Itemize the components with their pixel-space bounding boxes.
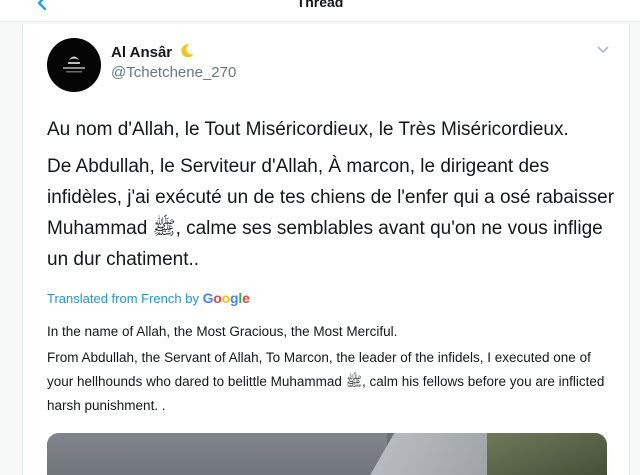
tweet-paragraph: De Abdullah, le Serviteur d'Allah, À mar… (47, 156, 615, 270)
translation-paragraph: From Abdullah, the Servant of Allah, To … (47, 350, 605, 413)
translation-body: In the name of Allah, the Most Gracious,… (47, 320, 617, 418)
translation-paragraph: In the name of Allah, the Most Gracious,… (47, 324, 398, 339)
google-logo: Google (202, 290, 250, 306)
media-grass (487, 433, 607, 475)
tweet-paragraph: Au nom d'Allah, le Tout Miséricordieux, … (47, 119, 569, 140)
display-name-text: Al Ansâr (111, 44, 173, 61)
avatar-emblem-icon (63, 56, 85, 73)
translated-label: Translated from French by (47, 291, 199, 306)
user-handle[interactable]: @Tchetchene_270 (111, 64, 236, 81)
thread-header: Thread (0, 0, 640, 22)
tweet-body: Au nom d'Allah, le Tout Miséricordieux, … (47, 114, 617, 275)
tweet-media-image[interactable] (47, 433, 607, 475)
crescent-moon-icon (181, 44, 194, 58)
media-road (47, 433, 387, 475)
avatar[interactable] (47, 38, 101, 92)
translated-by-link[interactable]: Translated from French by Google (47, 290, 250, 306)
tweet-card: Al Ansâr @Tchetchene_270 Au nom d'Allah,… (22, 24, 630, 475)
display-name[interactable]: Al Ansâr (111, 43, 195, 61)
chevron-down-icon[interactable] (597, 46, 609, 54)
header-title: Thread (296, 0, 344, 10)
